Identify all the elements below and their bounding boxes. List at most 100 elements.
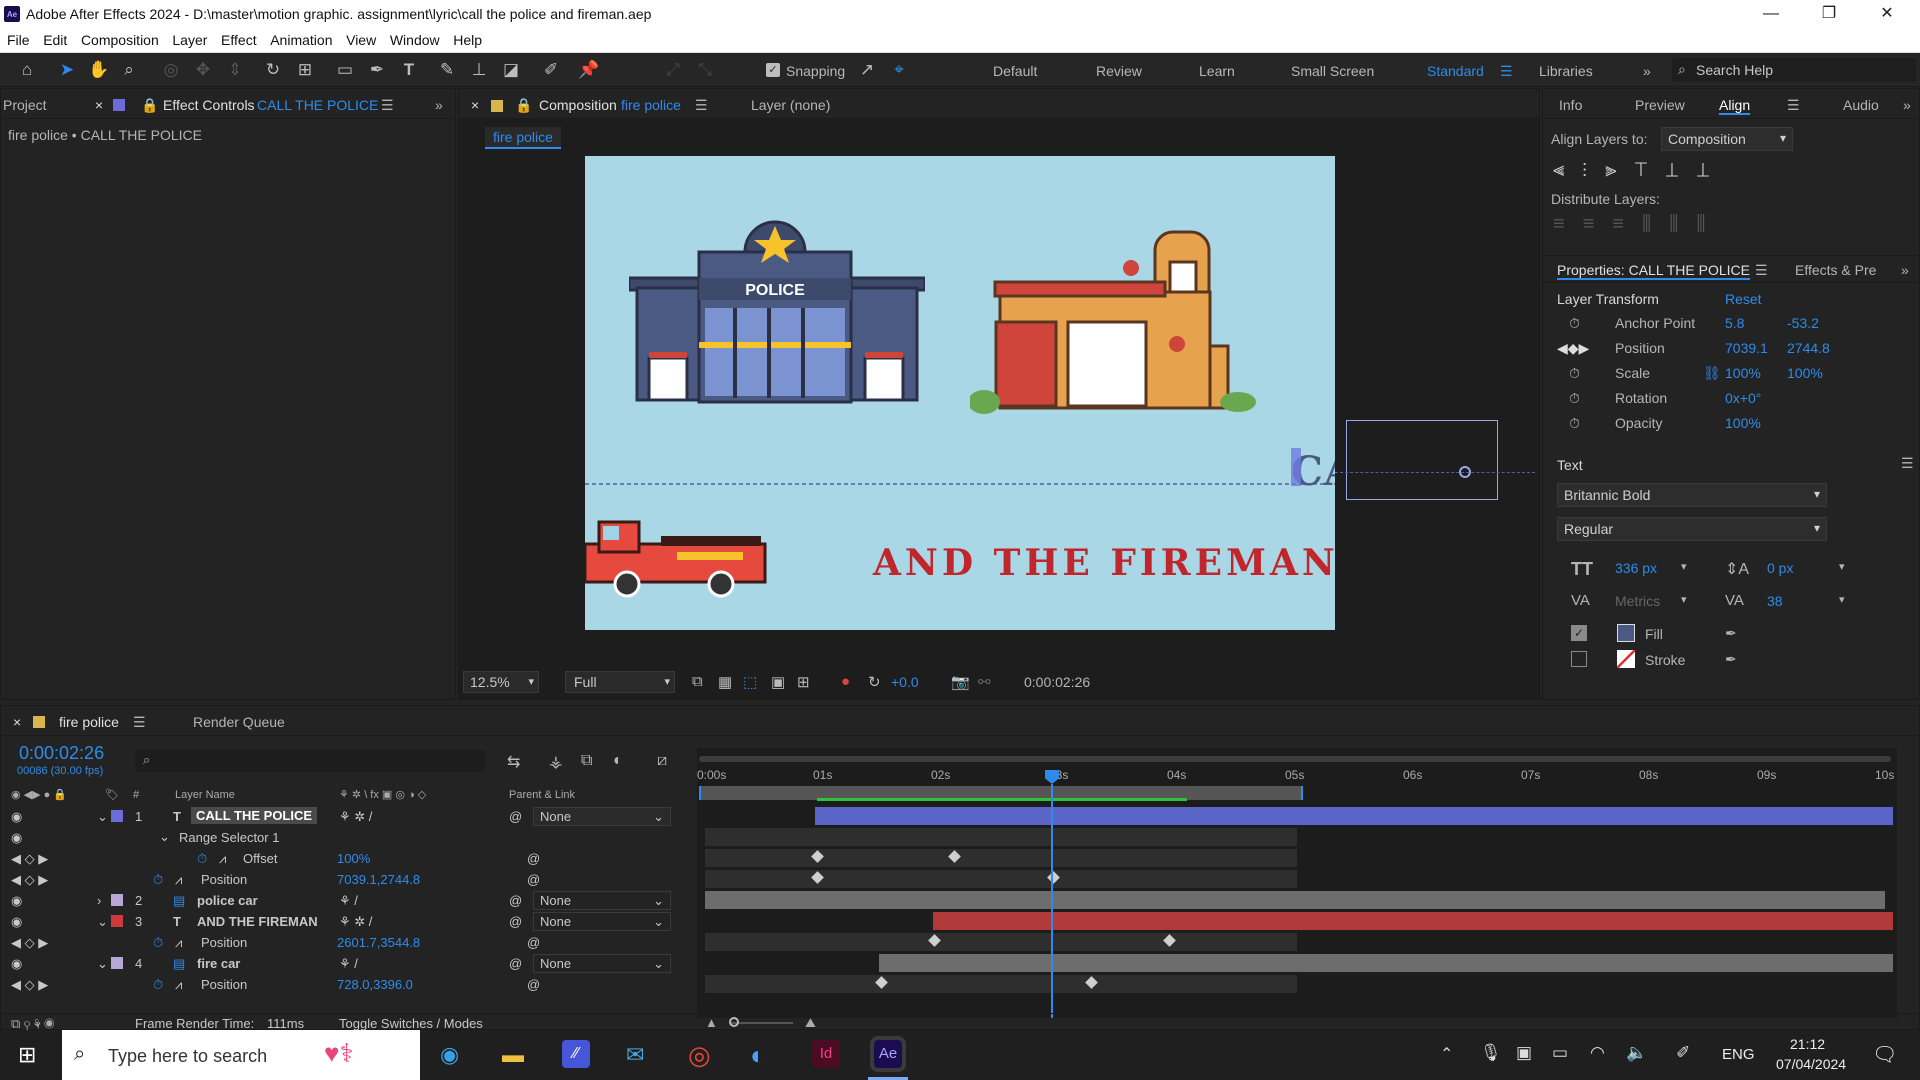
- language-indicator[interactable]: ENG: [1722, 1046, 1755, 1063]
- reset-transform-link[interactable]: Reset: [1725, 291, 1762, 307]
- keyframe-nav-icon[interactable]: ◀ ◇ ▶: [11, 935, 48, 951]
- menu-effect[interactable]: Effect: [214, 28, 257, 48]
- workspace-libraries[interactable]: Libraries: [1539, 63, 1593, 79]
- chevron-down-icon[interactable]: ▾: [1839, 593, 1845, 606]
- tab-align[interactable]: Align: [1719, 97, 1751, 115]
- tab-effect-controls[interactable]: Effect Controls: [163, 97, 255, 113]
- tab-info[interactable]: Info: [1559, 97, 1582, 113]
- pickwhip-icon[interactable]: @: [509, 914, 522, 929]
- layer-bounding-box[interactable]: [1346, 420, 1498, 500]
- pickwhip-icon[interactable]: @: [509, 809, 522, 824]
- position-x-value[interactable]: 7039.1: [1725, 340, 1768, 356]
- visibility-eye-icon[interactable]: ◉: [11, 914, 22, 930]
- affinity-app-icon[interactable]: ⁄⁄: [562, 1040, 590, 1068]
- zoom-out-icon[interactable]: ▲: [705, 1015, 718, 1030]
- clock-time[interactable]: 21:12: [1790, 1036, 1825, 1052]
- chrome-icon[interactable]: ◎: [688, 1040, 711, 1071]
- close-timeline-tab-icon[interactable]: ×: [13, 714, 21, 730]
- eyedropper-icon[interactable]: ✒: [1725, 651, 1737, 668]
- timeline-menu-icon[interactable]: ☰: [133, 714, 146, 731]
- tab-project[interactable]: Project: [3, 97, 47, 113]
- viewer-timecode[interactable]: 0:00:02:26: [1024, 674, 1090, 690]
- pickwhip-icon[interactable]: @: [527, 872, 540, 887]
- properties-menu-icon[interactable]: ☰: [1755, 262, 1768, 279]
- comp-panel-menu-icon[interactable]: ☰: [695, 97, 708, 114]
- scale-y-value[interactable]: 100%: [1787, 365, 1823, 381]
- timeline-layer-row[interactable]: ◉ ⌄ 3 T AND THE FIREMAN ⚘ ✲ / @ None ⌄: [1, 911, 691, 932]
- mask-visibility-icon[interactable]: ⬚: [743, 673, 757, 691]
- fill-color-swatch[interactable]: [1617, 624, 1635, 642]
- pickwhip-icon[interactable]: @: [527, 935, 540, 950]
- region-of-interest-icon[interactable]: ▣: [771, 673, 785, 691]
- tab-layer[interactable]: Layer (none): [751, 97, 830, 113]
- home-icon[interactable]: ⌂: [16, 59, 38, 81]
- expand-chevron-icon[interactable]: ›: [97, 893, 101, 908]
- layer-label-color[interactable]: [111, 915, 123, 927]
- panel-overflow-icon[interactable]: »: [1903, 97, 1911, 113]
- font-size-value[interactable]: 336 px: [1615, 560, 1657, 576]
- pickwhip-icon[interactable]: @: [509, 956, 522, 971]
- layer-switches[interactable]: ⚘ ✲ /: [339, 914, 372, 930]
- range-selector-name[interactable]: Range Selector 1: [179, 830, 279, 845]
- notifications-icon[interactable]: 🗨: [1872, 1042, 1897, 1067]
- collapse-chevron-icon[interactable]: ⌄: [97, 809, 108, 825]
- maximize-button[interactable]: ❐: [1806, 2, 1852, 26]
- clone-stamp-icon[interactable]: ⊥: [468, 59, 490, 81]
- effect-controls-layer-name[interactable]: CALL THE POLICE: [257, 97, 378, 113]
- stopwatch-icon[interactable]: ⏱: [1569, 365, 1580, 382]
- tab-render-queue[interactable]: Render Queue: [193, 714, 285, 730]
- layer-label-color[interactable]: [111, 810, 123, 822]
- layer-duration-bar[interactable]: [705, 891, 1885, 909]
- position-y-value[interactable]: 2744.8: [1787, 340, 1830, 356]
- timeline-layer-row[interactable]: ◉ ⌄ 1 T CALL THE POLICE ⚘ ✲ / @ None ⌄: [1, 806, 691, 827]
- comp-navigator-chip[interactable]: fire police: [485, 127, 561, 149]
- timeline-property-row[interactable]: ◀ ◇ ▶ ⏱ ⩘ Position 728.0,3396.0 @: [1, 974, 691, 995]
- align-buttons-row[interactable]: ⫷⫶⫸⊤⊥⊥: [1553, 159, 1727, 182]
- tab-timeline-comp[interactable]: fire police: [59, 714, 119, 730]
- snapping-checkbox[interactable]: ✓: [766, 63, 780, 77]
- parent-dropdown[interactable]: None ⌄: [533, 807, 671, 826]
- zoom-tool-icon[interactable]: ⌕: [118, 59, 140, 81]
- pickwhip-icon[interactable]: @: [527, 977, 540, 992]
- comp-lock-icon[interactable]: 🔒: [515, 97, 532, 114]
- timeline-property-row[interactable]: ◀ ◇ ▶ ⏱ ⩘ Offset 100% @: [1, 848, 691, 869]
- search-help-field[interactable]: ⌕ Search Help: [1672, 58, 1916, 82]
- layer-duration-bar[interactable]: [933, 912, 1893, 930]
- anchor-y-value[interactable]: -53.2: [1787, 315, 1819, 331]
- and-the-fireman-text-layer[interactable]: AND THE FIREMAN: [873, 542, 1335, 584]
- workspace-menu-icon[interactable]: ☰: [1500, 63, 1513, 80]
- panel-overflow-icon[interactable]: »: [435, 97, 443, 113]
- collapse-chevron-icon[interactable]: ⌄: [97, 956, 108, 972]
- clock-date[interactable]: 07/04/2024: [1776, 1056, 1846, 1072]
- channel-icon[interactable]: ●: [841, 673, 850, 690]
- wifi-icon[interactable]: ◠: [1590, 1043, 1605, 1063]
- exposure-value[interactable]: +0.0: [891, 674, 919, 690]
- layer-switches[interactable]: ⚘ ✲ /: [339, 809, 372, 825]
- workspace-small-screen[interactable]: Small Screen: [1291, 63, 1374, 79]
- collapse-chevron-icon[interactable]: ⌄: [159, 829, 170, 845]
- collapse-chevron-icon[interactable]: ⌄: [97, 914, 108, 930]
- text-layer-handle[interactable]: [1291, 448, 1301, 486]
- stopwatch-icon[interactable]: ⏱: [153, 977, 163, 993]
- distribute-buttons-row[interactable]: ≡≡≡⫼⫼⫼: [1553, 213, 1724, 236]
- puppet-pin-icon[interactable]: 📌: [578, 59, 600, 81]
- time-navigator-bar[interactable]: [699, 756, 1891, 762]
- align-target-dropdown[interactable]: Composition ▾: [1661, 127, 1793, 151]
- visibility-eye-icon[interactable]: ◉: [11, 809, 22, 825]
- lock-icon[interactable]: 🔒: [141, 97, 158, 114]
- layer-name[interactable]: AND THE FIREMAN: [197, 914, 318, 929]
- keyframe-nav-icon[interactable]: ◀ ◇ ▶: [11, 872, 48, 888]
- keyframe-nav-icon[interactable]: ◀ ◇ ▶: [11, 851, 48, 867]
- timeline-layer-row[interactable]: ◉ › 2 ▤ police car ⚘ / @ None ⌄: [1, 890, 691, 911]
- comp-flowchart-icon[interactable]: ⇆: [507, 752, 520, 772]
- transparency-grid-icon[interactable]: ▦: [718, 673, 732, 691]
- visibility-eye-icon[interactable]: ◉: [11, 830, 22, 846]
- selection-tool-icon[interactable]: ➤: [56, 59, 78, 81]
- close-window-button[interactable]: ✕: [1864, 2, 1910, 26]
- anchor-x-value[interactable]: 5.8: [1725, 315, 1744, 331]
- text-section-menu-icon[interactable]: ☰: [1901, 455, 1914, 472]
- pen-workspace-icon[interactable]: ✐: [1676, 1043, 1690, 1063]
- axis-mode-icon[interactable]: ⤢: [662, 59, 684, 81]
- menu-view[interactable]: View: [339, 28, 376, 48]
- layer-label-color[interactable]: [111, 894, 123, 906]
